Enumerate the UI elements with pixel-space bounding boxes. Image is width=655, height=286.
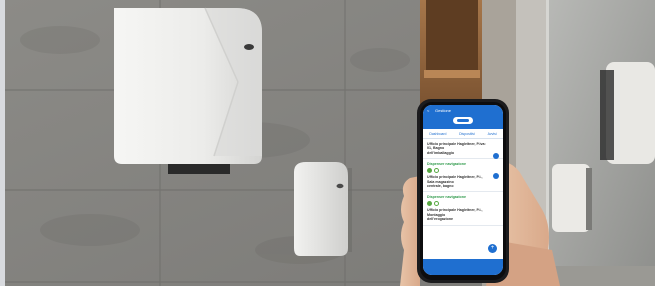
list-item-subtitle: dell'erogazione <box>427 217 454 222</box>
brand-logo-icon <box>453 117 473 124</box>
list-item-alert: Dispenser navigazione <box>427 195 466 200</box>
left-border <box>0 0 5 286</box>
list-item-title: Ufficio principale Hagleitner, P.iva: 01… <box>427 142 486 151</box>
list-item-subtitle: dell'imballaggio <box>427 150 455 155</box>
list-item-alert: Dispenser navigazione <box>427 162 466 167</box>
soap-dispenser <box>294 162 352 256</box>
list-item-subtitle: centrale, bagno <box>427 184 454 189</box>
list-item[interactable]: Dispenser navigazione Ufficio principale… <box>423 192 503 226</box>
app-header-title: Gestione <box>435 108 452 113</box>
fill-level-icon <box>427 168 432 174</box>
status-badge <box>493 153 499 159</box>
list-item[interactable]: Dispenser navigazione Ufficio principale… <box>423 159 503 193</box>
status-dots <box>427 168 499 174</box>
wood-shelf-board <box>424 70 480 78</box>
app-tabs: Dashboard Dispositivi Avvisi <box>423 129 503 139</box>
list-item[interactable]: Ufficio principale Hagleitner, P.iva: 01… <box>423 139 503 160</box>
tab-alerts[interactable]: Avvisi <box>488 132 497 136</box>
photo-frame: < Gestione Dashboard Dispositivi Avvisi … <box>0 0 655 286</box>
tab-dashboard[interactable]: Dashboard <box>429 132 446 136</box>
restroom-scene <box>0 0 655 286</box>
list-item-title: Ufficio principale Hagleitner, P.i., Sal… <box>427 175 483 184</box>
battery-level-icon <box>434 201 439 207</box>
tab-devices[interactable]: Dispositivi <box>459 132 475 136</box>
status-badge <box>493 173 499 180</box>
reflected-towel-dispenser-shadow <box>600 70 614 160</box>
status-dots <box>427 201 499 207</box>
back-icon[interactable]: < <box>427 108 429 113</box>
battery-level-icon <box>434 168 439 174</box>
list-item-title: Ufficio principale Hagleitner, P.i., Mon… <box>427 208 483 217</box>
reflected-soap-dispenser <box>552 164 590 232</box>
add-button[interactable]: + <box>488 244 497 253</box>
phone-screen: < Gestione Dashboard Dispositivi Avvisi … <box>423 105 503 275</box>
reflected-counter <box>546 266 655 286</box>
reflected-soap-shadow <box>586 168 592 230</box>
app-header: < Gestione <box>423 105 503 129</box>
app-bottom-bar <box>423 259 503 275</box>
towel-dispenser <box>114 7 262 174</box>
wood-shelf-inner <box>426 0 478 70</box>
fill-level-icon <box>427 201 432 207</box>
